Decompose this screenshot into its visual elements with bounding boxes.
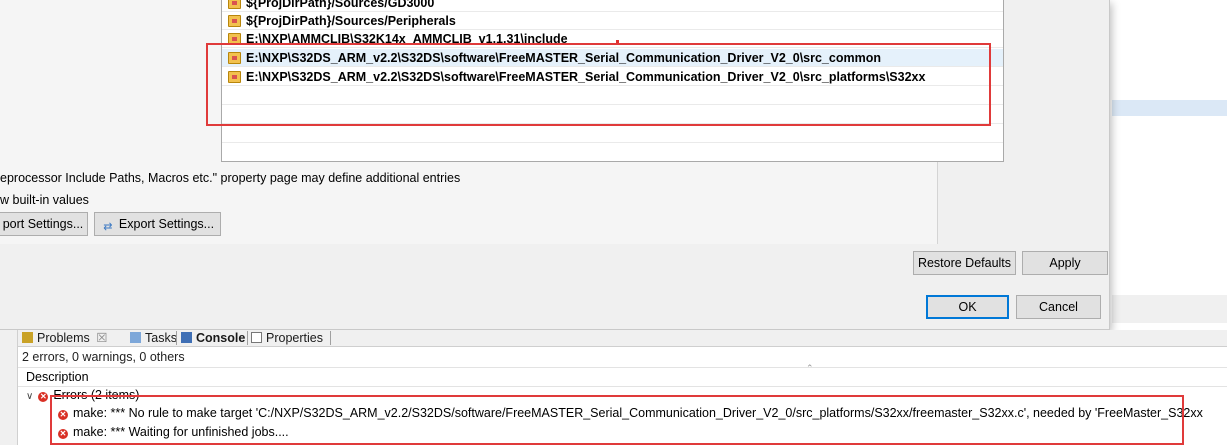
additional-entries-note: eprocessor Include Paths, Macros etc." p… <box>0 171 461 185</box>
tab-divider <box>330 331 331 345</box>
folder-include-icon <box>228 15 241 27</box>
include-path-text: E:\NXP\S32DS_ARM_v2.2\S32DS\software\Fre… <box>246 51 881 65</box>
empty-list-row <box>222 125 1003 143</box>
error-icon: ✕ <box>58 410 68 420</box>
error-row[interactable]: ✕ make: *** No rule to make target 'C:/NX… <box>18 405 1227 422</box>
problems-icon <box>22 332 33 343</box>
sort-caret-icon: ⌃ <box>806 363 814 373</box>
error-icon: ✕ <box>38 392 49 402</box>
description-column-header[interactable]: Description <box>18 367 1227 387</box>
problems-summary: 2 errors, 0 warnings, 0 others <box>22 350 185 364</box>
errors-group-row[interactable]: ∨ ✕ Errors (2 items) <box>18 387 1227 404</box>
tab-problems[interactable]: Problems ☒ <box>22 330 108 347</box>
chevron-down-icon[interactable]: ∨ <box>26 391 33 402</box>
view-tab-bar: Problems ☒ Tasks Console Properties <box>18 330 1227 347</box>
cursor-mark <box>616 40 619 43</box>
properties-icon <box>251 332 262 343</box>
apply-button[interactable]: Apply <box>1022 251 1108 275</box>
tab-tasks-label: Tasks <box>145 331 177 345</box>
tab-properties-label: Properties <box>266 331 323 345</box>
tab-divider <box>176 331 177 345</box>
problems-view: Problems ☒ Tasks Console Properties 2 er… <box>0 330 1227 445</box>
empty-list-row <box>222 106 1003 124</box>
include-path-text: ${ProjDirPath}/Sources/GD3000 <box>246 0 435 10</box>
error-icon: ✕ <box>58 429 68 439</box>
folder-include-icon <box>228 52 241 64</box>
editor-highlight-band <box>1112 100 1227 116</box>
folder-include-icon <box>228 33 241 45</box>
restore-defaults-button[interactable]: Restore Defaults <box>913 251 1016 275</box>
errors-group-label: Errors (2 items) <box>53 388 140 402</box>
show-builtin-values-label: w built-in values <box>0 193 89 207</box>
error-message: make: *** No rule to make target 'C:/NXP… <box>73 406 1203 420</box>
tab-console-label: Console <box>196 331 246 345</box>
import-settings-label: port Settings... <box>2 217 84 231</box>
restore-defaults-label: Restore Defaults <box>917 256 1012 270</box>
folder-include-icon <box>228 0 241 9</box>
console-icon <box>181 332 192 343</box>
ok-label: OK <box>958 300 977 314</box>
tab-tasks[interactable]: Tasks <box>130 330 177 347</box>
include-path-item[interactable]: E:\NXP\S32DS_ARM_v2.2\S32DS\software\Fre… <box>222 68 1003 86</box>
export-settings-button[interactable]: ⇄ Export Settings... <box>94 212 221 236</box>
include-path-item[interactable]: ${ProjDirPath}/Sources/Peripherals <box>222 12 1003 30</box>
tab-problems-label: Problems <box>37 331 90 345</box>
include-path-item[interactable]: ${ProjDirPath}/Sources/GD3000 <box>222 0 1003 12</box>
description-column-label: Description <box>26 370 89 384</box>
cancel-button[interactable]: Cancel <box>1016 295 1101 319</box>
empty-list-row <box>222 87 1003 105</box>
editor-lower-band <box>1112 295 1227 323</box>
folder-include-icon <box>228 71 241 83</box>
tab-console[interactable]: Console <box>181 330 245 347</box>
export-icon: ⇄ <box>103 221 113 233</box>
include-path-item[interactable]: E:\NXP\AMMCLIB\S32K14x_AMMCLIB_v1.1.31\i… <box>222 30 1003 48</box>
tab-properties[interactable]: Properties <box>251 330 323 347</box>
import-settings-button[interactable]: port Settings... <box>0 212 88 236</box>
export-settings-label: Export Settings... <box>118 217 215 231</box>
apply-label: Apply <box>1049 256 1081 270</box>
include-path-item-selected[interactable]: E:\NXP\S32DS_ARM_v2.2\S32DS\software\Fre… <box>222 49 1003 67</box>
error-message: make: *** Waiting for unfinished jobs...… <box>73 425 289 439</box>
include-paths-list[interactable]: ${ProjDirPath}/Sources/GD3000 ${ProjDirP… <box>221 0 1004 162</box>
cancel-label: Cancel <box>1039 300 1078 314</box>
ok-button[interactable]: OK <box>926 295 1009 319</box>
include-path-text: E:\NXP\AMMCLIB\S32K14x_AMMCLIB_v1.1.31\i… <box>246 32 568 46</box>
panel-gutter <box>0 330 18 445</box>
tasks-icon <box>130 332 141 343</box>
editor-background <box>1100 0 1227 330</box>
error-row[interactable]: ✕ make: *** Waiting for unfinished jobs..… <box>18 424 1227 441</box>
include-path-text: E:\NXP\S32DS_ARM_v2.2\S32DS\software\Fre… <box>246 70 926 84</box>
include-path-text: ${ProjDirPath}/Sources/Peripherals <box>246 14 456 28</box>
tab-divider <box>247 331 248 345</box>
close-icon[interactable]: ☒ <box>96 331 107 345</box>
properties-dialog: ${ProjDirPath}/Sources/GD3000 ${ProjDirP… <box>0 0 1110 330</box>
